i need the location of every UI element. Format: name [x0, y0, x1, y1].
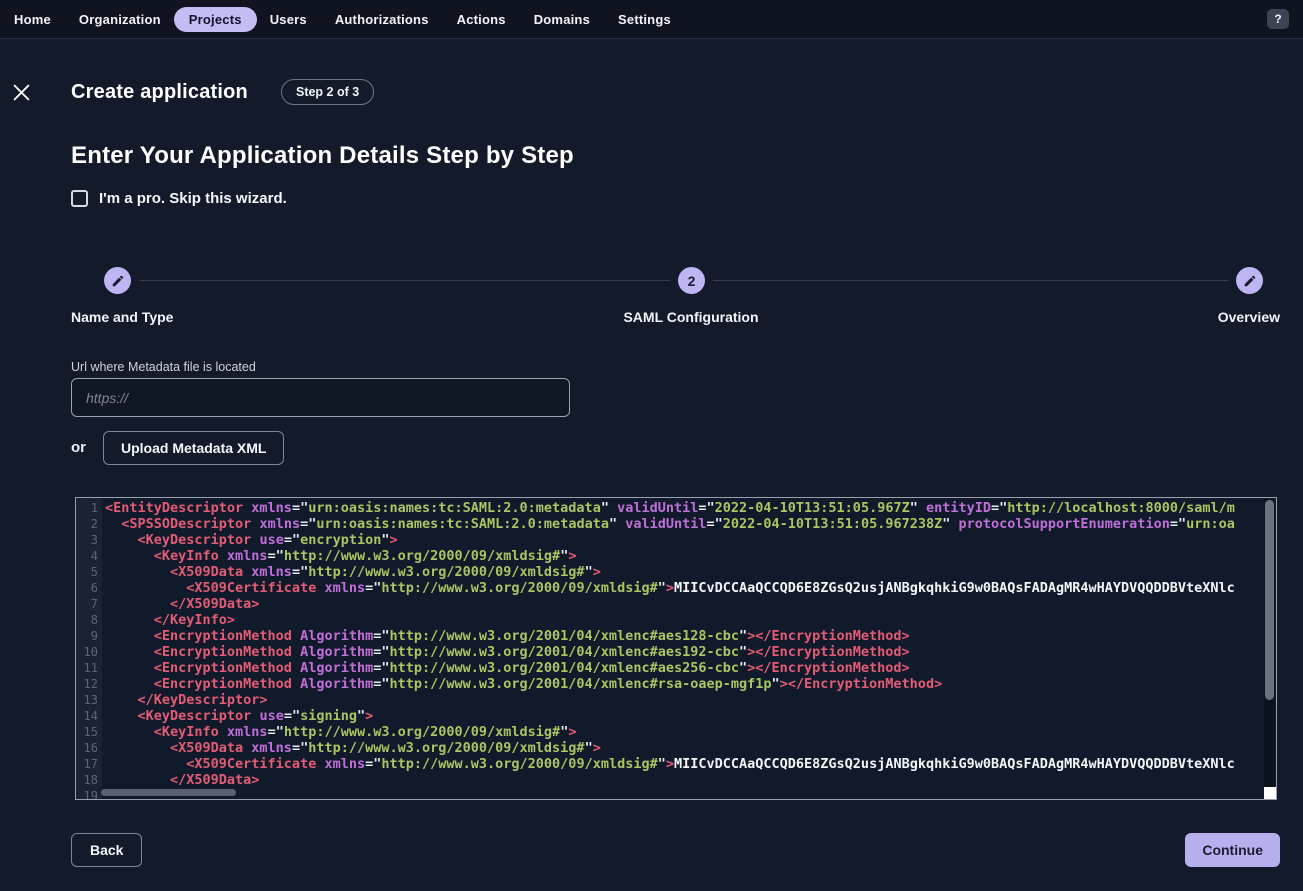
xml-code-editor[interactable]: 12345678910111213141516171819 <EntityDes…: [75, 497, 1277, 800]
pencil-icon: [1243, 274, 1257, 288]
nav-item-actions[interactable]: Actions: [457, 12, 506, 27]
top-navigation: Home Organization Projects Users Authori…: [0, 0, 1303, 39]
back-button[interactable]: Back: [71, 833, 142, 867]
nav-item-projects[interactable]: Projects: [174, 7, 257, 32]
skip-wizard-checkbox[interactable]: [71, 190, 88, 207]
create-application-wizard: Create application Step 2 of 3 Enter You…: [0, 39, 1303, 891]
step-2-label: SAML Configuration: [623, 309, 758, 325]
nav-item-home[interactable]: Home: [14, 12, 51, 27]
line-number-gutter: 12345678910111213141516171819: [76, 498, 102, 799]
nav-item-organization[interactable]: Organization: [79, 12, 161, 27]
nav-item-authorizations[interactable]: Authorizations: [335, 12, 429, 27]
vertical-scrollbar[interactable]: [1265, 500, 1274, 700]
scrollbar-corner: [1264, 787, 1276, 799]
metadata-url-label: Url where Metadata file is located: [71, 360, 256, 374]
help-button[interactable]: ?: [1267, 9, 1289, 29]
page-title: Create application: [71, 81, 248, 104]
step-connector-line: [140, 280, 670, 281]
wizard-title-row: Create application Step 2 of 3: [71, 78, 374, 106]
nav-item-users[interactable]: Users: [270, 12, 307, 27]
skip-wizard-row[interactable]: I'm a pro. Skip this wizard.: [71, 190, 287, 207]
step-1-indicator: [104, 267, 131, 294]
step-connector-line: [713, 280, 1228, 281]
nav-item-domains[interactable]: Domains: [534, 12, 590, 27]
step-1-label: Name and Type: [71, 309, 173, 325]
close-icon[interactable]: [10, 83, 32, 105]
metadata-url-input[interactable]: [71, 378, 570, 417]
step-3-label: Overview: [1218, 309, 1280, 325]
step-2-indicator: 2: [678, 267, 705, 294]
pencil-icon: [111, 274, 125, 288]
upload-metadata-button[interactable]: Upload Metadata XML: [103, 431, 284, 465]
nav-item-settings[interactable]: Settings: [618, 12, 671, 27]
close-x-glyph: [12, 83, 31, 102]
horizontal-scrollbar[interactable]: [101, 789, 236, 796]
nav-menu: Home Organization Projects Users Authori…: [14, 7, 671, 32]
wizard-heading: Enter Your Application Details Step by S…: [71, 142, 574, 170]
continue-button[interactable]: Continue: [1185, 833, 1280, 867]
page: Home Organization Projects Users Authori…: [0, 0, 1303, 891]
or-label: or: [71, 439, 86, 456]
skip-wizard-label: I'm a pro. Skip this wizard.: [99, 190, 287, 207]
code-lines[interactable]: <EntityDescriptor xmlns="urn:oasis:names…: [102, 498, 1276, 799]
step-3-indicator: [1236, 267, 1263, 294]
step-badge: Step 2 of 3: [281, 79, 374, 105]
